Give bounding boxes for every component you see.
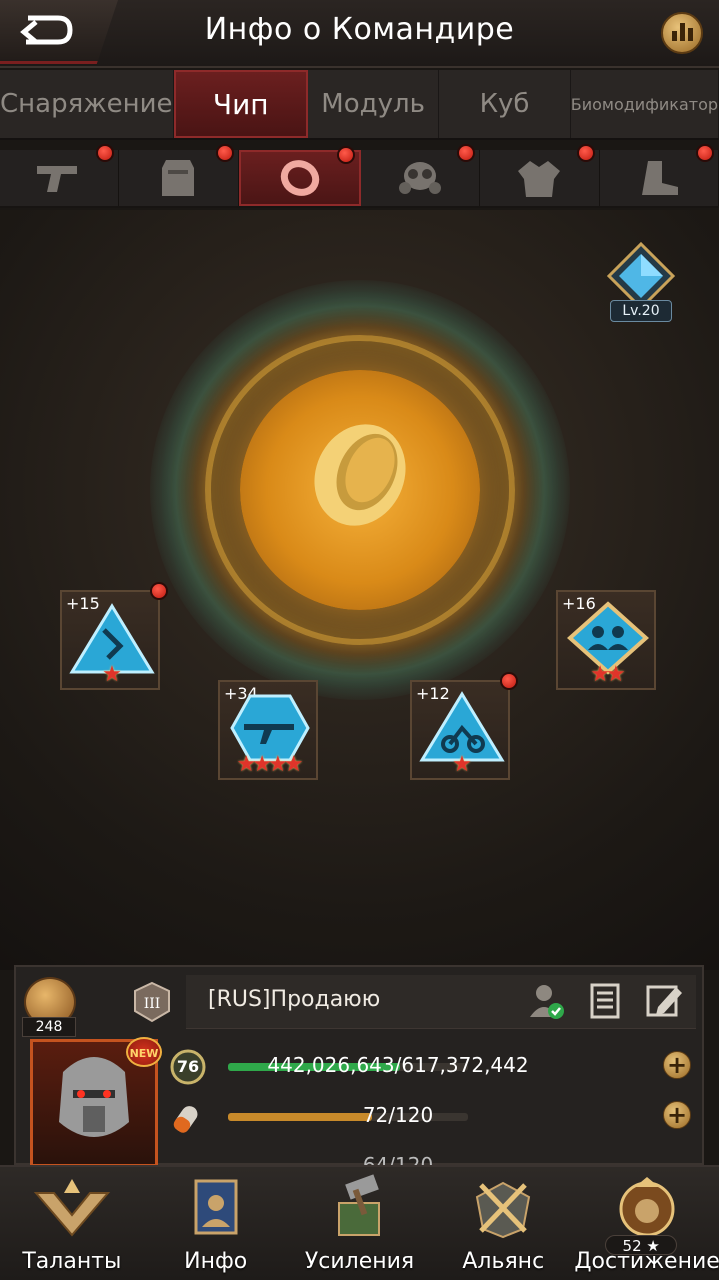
- tab-cube[interactable]: Куб: [439, 70, 571, 138]
- notification-dot: [336, 146, 355, 164]
- friend-check-icon[interactable]: [526, 981, 566, 1021]
- tab-module[interactable]: Модуль: [308, 70, 440, 138]
- exp-text: 442,026,643/617,372,442: [267, 1053, 529, 1077]
- bottom-navigation: Таланты Инфо Усиления Альянс 52 ★ Достиж…: [0, 1165, 719, 1280]
- chip-slot-1[interactable]: +15 ★: [60, 582, 168, 690]
- chip-slot-3[interactable]: +12 ★: [410, 672, 518, 780]
- nav-label: Усиления: [304, 1249, 415, 1274]
- achievement-icon: [619, 1177, 675, 1237]
- nav-label: Инфо: [184, 1249, 248, 1274]
- notification-dot: [695, 144, 714, 162]
- notification-dot: [500, 672, 518, 690]
- add-exp-button[interactable]: +: [663, 1051, 691, 1079]
- ring-icon: [280, 160, 319, 196]
- alliance-swords-icon: [476, 1181, 531, 1239]
- commander-profile-panel: 248 III [RUS]Продаюю NEW 76 442,026,643/…: [14, 965, 704, 1167]
- nav-alliance[interactable]: Альянс: [431, 1167, 575, 1280]
- chip-stars: ★★★★: [236, 752, 304, 777]
- new-badge: NEW: [126, 1037, 162, 1067]
- boot-icon: [641, 161, 678, 195]
- nav-info[interactable]: Инфо: [144, 1167, 288, 1280]
- notification-dot: [576, 144, 595, 162]
- exp-row: 76 442,026,643/617,372,442 +: [166, 1047, 701, 1087]
- document-icon[interactable]: [586, 981, 626, 1021]
- notification-dot: [96, 144, 115, 162]
- pistol-icon: [37, 166, 78, 192]
- nav-label: Достижение: [574, 1249, 719, 1274]
- svg-text:III: III: [144, 996, 161, 1012]
- slot-tab-jacket[interactable]: [480, 144, 600, 206]
- slot-tab-gasmask[interactable]: [361, 144, 481, 206]
- add-stamina-button[interactable]: +: [663, 1101, 691, 1129]
- commander-level: 76: [176, 1057, 200, 1076]
- nav-boosts[interactable]: Усиления: [288, 1167, 432, 1280]
- slot-tab-pistol[interactable]: [0, 144, 120, 206]
- player-name: [RUS]Продаюю: [208, 987, 381, 1012]
- chip-display-area: Lv.20 +15 ★ +34 ★★★★ +12 ★ +16 ★★: [0, 210, 719, 970]
- stamina-text: 72/120: [362, 1103, 434, 1127]
- nav-label: Таланты: [22, 1249, 122, 1274]
- rank-badge-icon: III: [134, 981, 170, 1023]
- notification-dot: [457, 144, 476, 162]
- chip-stars: ★: [452, 752, 472, 777]
- edit-icon[interactable]: [644, 981, 684, 1021]
- page-title: Инфо о Командире: [204, 12, 515, 47]
- like-count: 248: [22, 1017, 76, 1037]
- slot-tabs: [0, 144, 719, 208]
- third-stat-row: 64/120: [166, 1147, 701, 1167]
- ring-item-icon[interactable]: [295, 410, 425, 540]
- armor-vest-icon: [162, 160, 195, 196]
- nav-talents[interactable]: Таланты: [0, 1167, 144, 1280]
- tab-biomodifier[interactable]: Биомодификатор: [571, 70, 719, 138]
- nav-label: Альянс: [462, 1249, 545, 1274]
- gas-mask-icon: [399, 162, 442, 194]
- stamina-row: 72/120 +: [166, 1097, 701, 1137]
- category-tabs: Снаряжение Чип Модуль Куб Биомодификатор: [0, 70, 719, 140]
- notification-dot: [215, 144, 234, 162]
- boost-hammer-icon: [338, 1174, 381, 1236]
- chip-stars: ★★: [590, 662, 625, 687]
- info-icon: [194, 1179, 238, 1235]
- tab-equipment[interactable]: Снаряжение: [0, 70, 174, 138]
- notification-dot: [150, 582, 168, 600]
- chip-stars: ★: [102, 662, 122, 687]
- chip-slot-4[interactable]: +16 ★★: [556, 590, 656, 690]
- slot-tab-boot[interactable]: [600, 144, 719, 206]
- talents-icon: [33, 1179, 111, 1237]
- header-bar: Инфо о Командире: [0, 0, 719, 68]
- slot-tab-ring[interactable]: [238, 146, 361, 206]
- stamina-pill-icon: [173, 1106, 198, 1133]
- tab-chip[interactable]: Чип: [173, 70, 308, 138]
- nav-achievements[interactable]: 52 ★ Достижение: [574, 1167, 719, 1280]
- stats-button[interactable]: [661, 12, 703, 54]
- slot-tab-armor[interactable]: [119, 144, 239, 206]
- level-badge-label: Lv.20: [610, 300, 672, 322]
- chip-slot-2[interactable]: +34 ★★★★: [218, 680, 318, 780]
- jacket-icon: [518, 161, 561, 197]
